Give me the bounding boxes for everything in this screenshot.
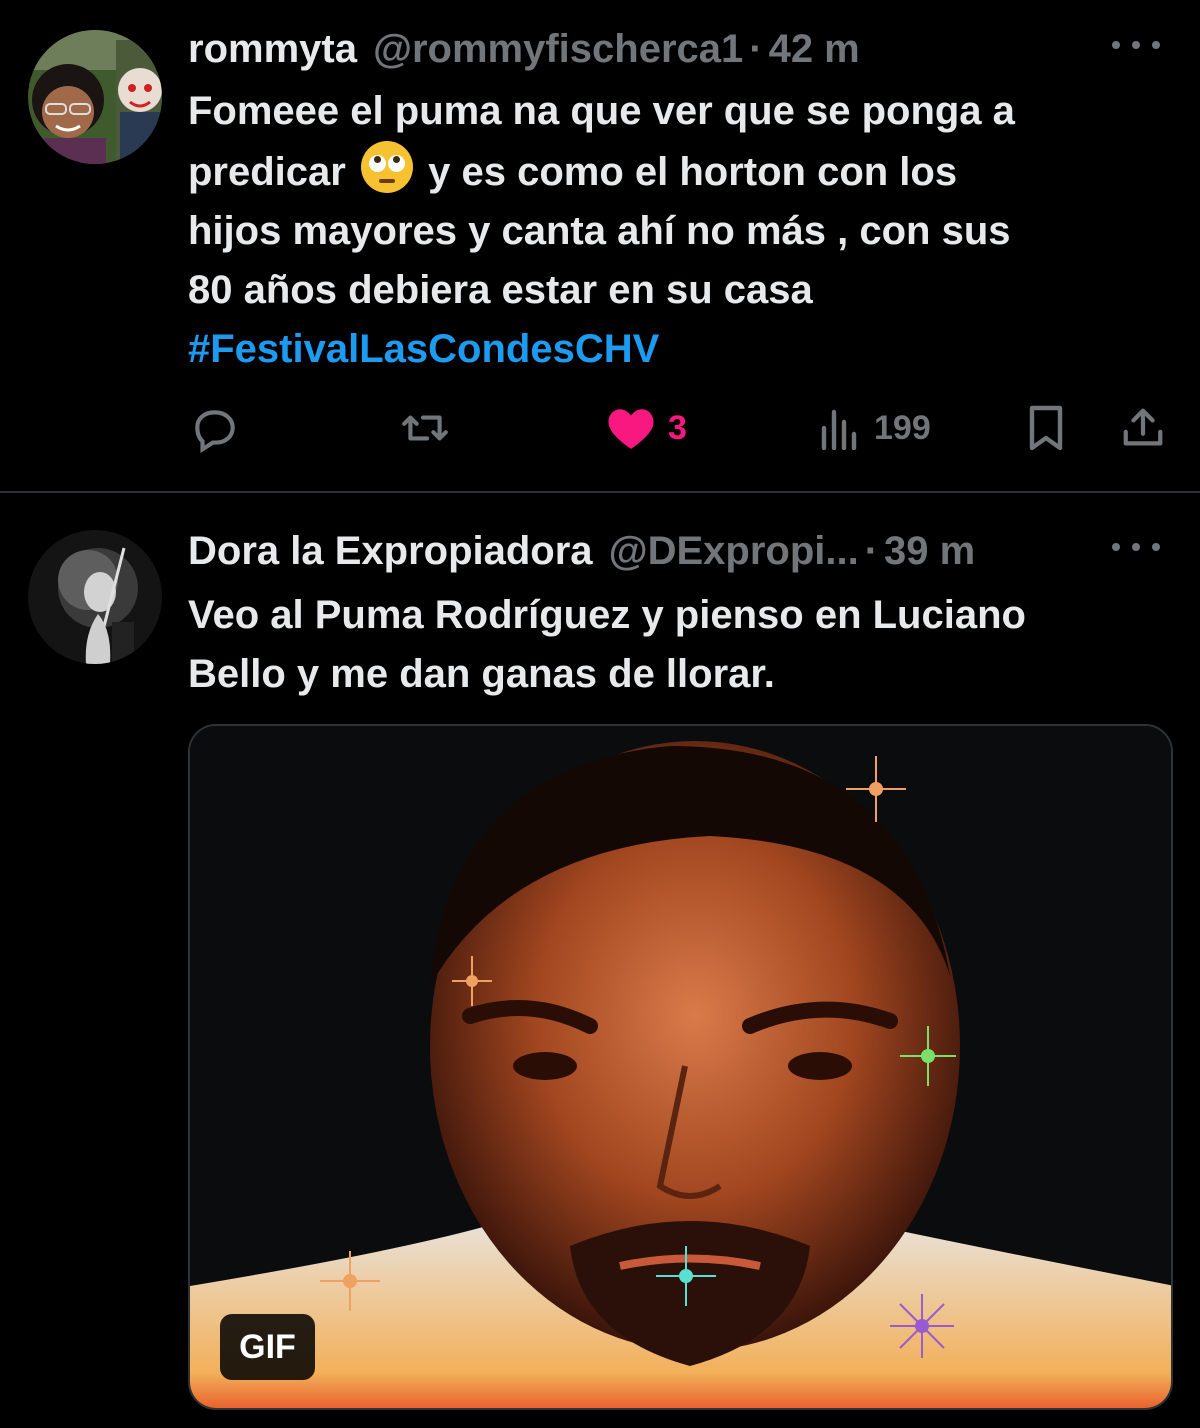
tweet-text: Veo al Puma Rodríguez y pienso en Lucian…: [188, 586, 1160, 704]
bookmark-icon: [1029, 405, 1063, 451]
reply-icon: [195, 410, 235, 453]
heart-filled-icon: [608, 409, 654, 449]
tweet[interactable]: rommyta @rommyfischerca1 · 42 m Fomeee e…: [0, 0, 1200, 492]
action-bar: 3 199: [0, 398, 1200, 458]
tweet-text: Fomeee el puma na que ver que se ponga a…: [188, 82, 1160, 379]
tweet[interactable]: Dora la Expropiadora @DExpropi... · 39 m…: [0, 494, 1200, 1428]
timestamp[interactable]: 39 m: [884, 529, 975, 574]
hashtag-link[interactable]: #FestivalLasCondesCHV: [188, 320, 1160, 379]
share-icon: [1123, 408, 1163, 446]
like-count: 3: [668, 408, 687, 447]
more-options-icon[interactable]: [1112, 532, 1160, 562]
text-line: Fomeee el puma na que ver que se ponga a: [188, 89, 1015, 133]
separator: ·: [749, 26, 763, 71]
reply-button[interactable]: [190, 398, 240, 458]
text-segment: y es como el horton con los: [428, 150, 958, 194]
views-button[interactable]: 199: [818, 398, 931, 458]
gif-media[interactable]: GIF: [188, 724, 1173, 1410]
user-handle[interactable]: @DExpropi...: [609, 529, 859, 574]
display-name[interactable]: Dora la Expropiadora: [188, 529, 593, 574]
text-line: predicar y es como el horton con los: [188, 141, 1160, 202]
retweet-icon: [402, 415, 448, 441]
text-line: 80 años debiera estar en su casa: [188, 268, 813, 312]
gif-image: [190, 726, 1171, 1408]
user-handle[interactable]: @rommyfischerca1: [373, 27, 743, 72]
rolling-eyes-emoji-icon: [360, 141, 413, 193]
display-name[interactable]: rommyta: [188, 27, 357, 72]
text-line: Bello y me dan ganas de llorar.: [188, 652, 775, 696]
avatar[interactable]: [28, 30, 162, 164]
tweet-header: Dora la Expropiadora @DExpropi... · 39 m: [188, 526, 1160, 576]
bookmark-button[interactable]: [1026, 398, 1066, 458]
text-segment: predicar: [188, 150, 346, 194]
text-line: Veo al Puma Rodríguez y pienso en Lucian…: [188, 593, 1026, 637]
text-line: hijos mayores y canta ahí no más , con s…: [188, 209, 1011, 253]
view-count: 199: [874, 408, 931, 447]
retweet-button[interactable]: [398, 398, 452, 458]
tweet-divider: [0, 491, 1200, 493]
more-options-icon[interactable]: [1112, 30, 1160, 60]
views-icon: [821, 409, 857, 450]
avatar[interactable]: [28, 530, 162, 664]
separator: ·: [864, 528, 879, 573]
timestamp[interactable]: 42 m: [769, 27, 860, 72]
share-button[interactable]: [1120, 398, 1166, 458]
tweet-header: rommyta @rommyfischerca1 · 42 m: [188, 24, 1160, 74]
like-button[interactable]: 3: [606, 398, 687, 458]
gif-badge[interactable]: GIF: [220, 1314, 315, 1380]
